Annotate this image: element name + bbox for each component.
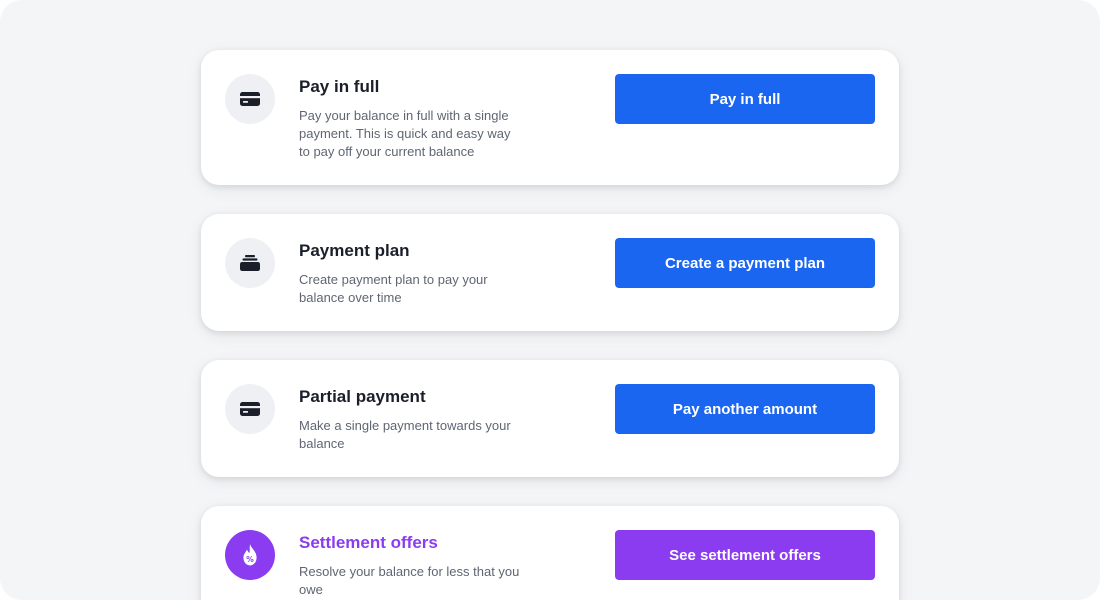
credit-card-icon [225,384,275,434]
pay-another-amount-button[interactable]: Pay another amount [615,384,875,434]
pay-in-full-button[interactable]: Pay in full [615,74,875,124]
option-description: Pay your balance in full with a single p… [299,108,511,159]
partial-payment-card: Partial payment Make a single payment to… [201,360,899,477]
see-settlement-offers-button[interactable]: See settlement offers [615,530,875,580]
option-description: Make a single payment towards your balan… [299,418,511,451]
option-title: Partial payment [299,387,426,406]
discount-flame-icon: % [225,530,275,580]
payment-plan-card: Payment plan Create payment plan to pay … [201,214,899,331]
option-title: Settlement offers [299,533,438,552]
option-title: Payment plan [299,241,410,260]
option-description: Create payment plan to pay your balance … [299,272,488,305]
create-payment-plan-button[interactable]: Create a payment plan [615,238,875,288]
svg-text:%: % [246,555,254,564]
option-title: Pay in full [299,77,380,96]
pay-in-full-card: Pay in full Pay your balance in full wit… [201,50,899,185]
credit-card-icon [225,74,275,124]
option-description: Resolve your balance for less that you o… [299,564,520,597]
payment-options-page: Pay in full Pay your balance in full wit… [0,0,1100,600]
stacked-cards-icon [225,238,275,288]
settlement-offers-card: % Settlement offers Resolve your balance… [201,506,899,600]
